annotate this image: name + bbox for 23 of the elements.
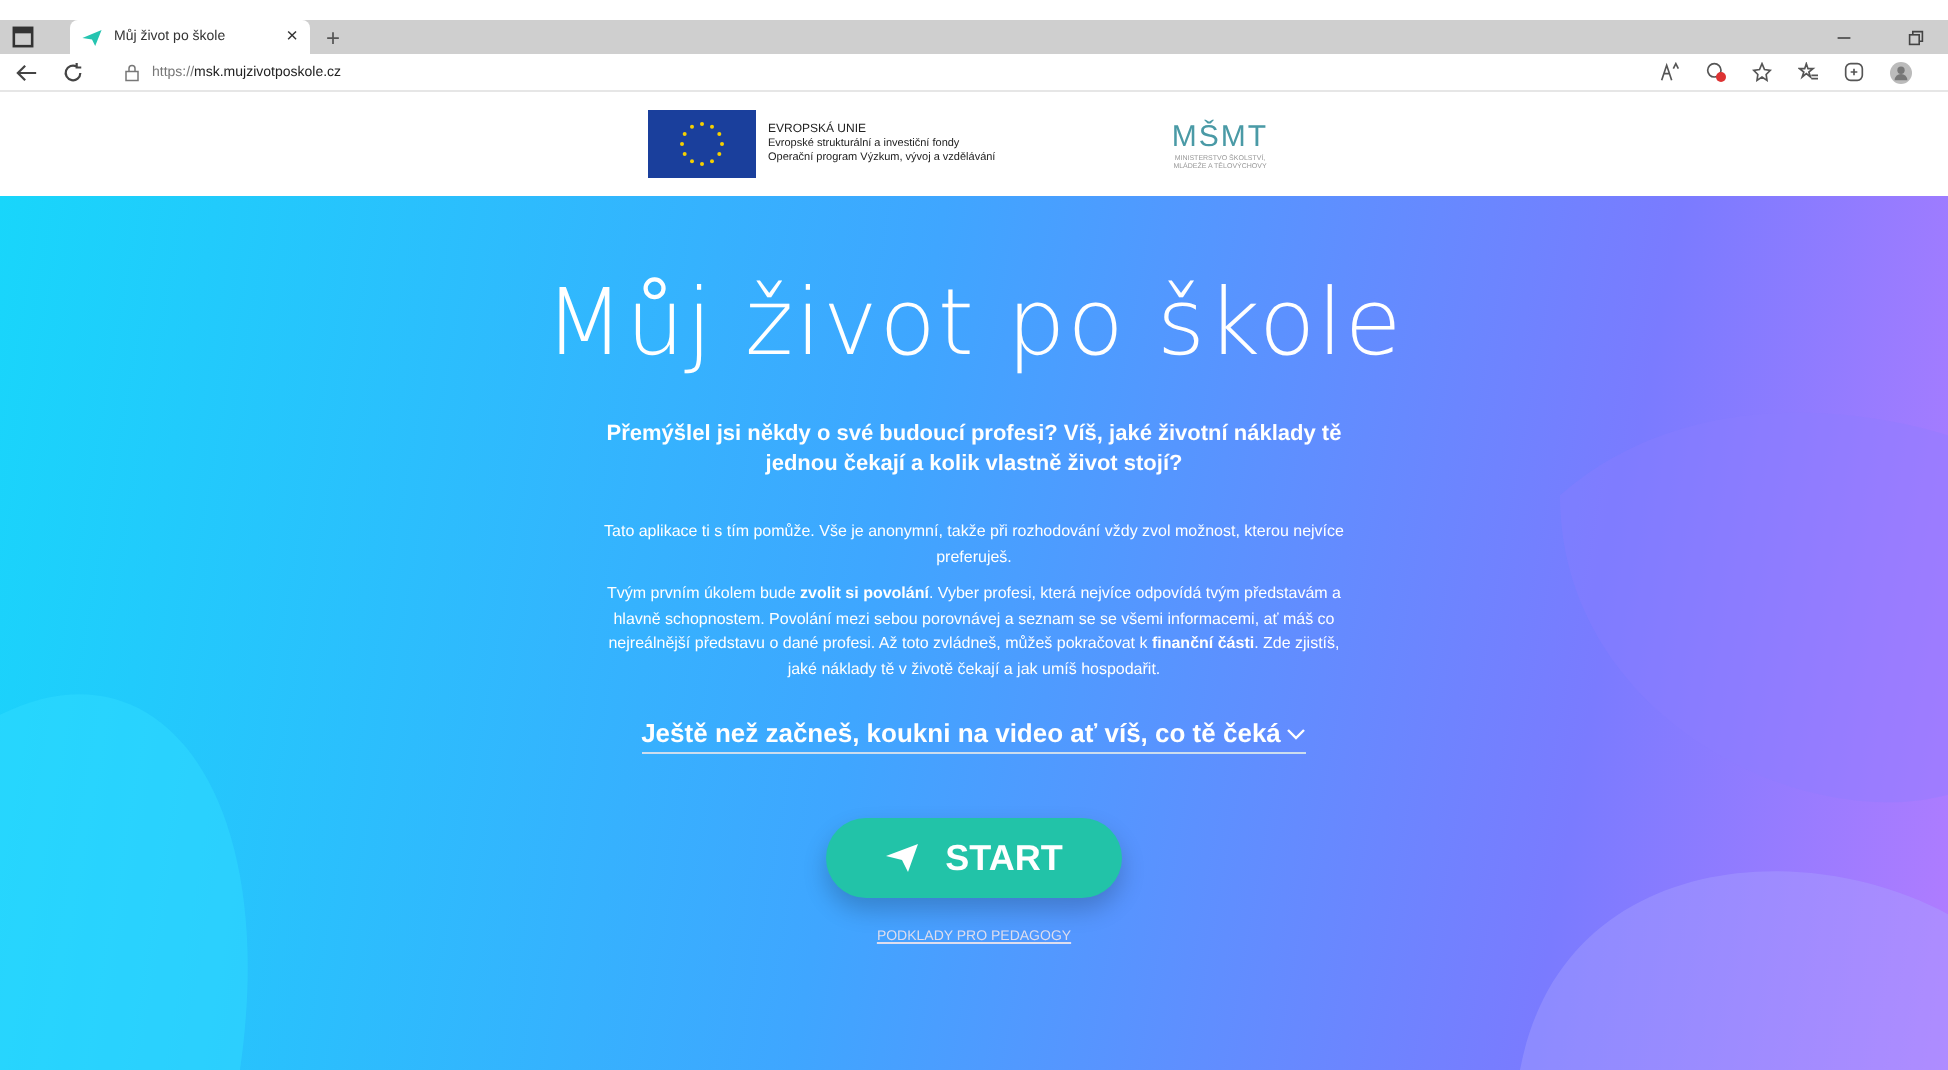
hero-title: Můj život po škole <box>544 268 1404 376</box>
paper-plane-icon <box>885 844 918 872</box>
paper-plane-icon <box>82 29 102 45</box>
new-tab-button[interactable]: + <box>326 23 341 51</box>
msmt-logo-mark: MŠMT <box>1171 119 1269 153</box>
profile-avatar-icon[interactable] <box>1890 61 1912 83</box>
hero-paragraph: Tvým prvním úkolem bude zvolit si povolání. Vyber profesi, která nejvíce odpovídá tvým představám a hlavně schopnostem. Povolání mezi sebou porovnávej a seznam se se všemi informacemi, ať máš co nejreálnější představu o dané profesi. Až toto zvládneš, můžeš pokračovat k finanční části. Zde zjistíš, jaké náklady tě v životě čekají a jak umíš hospodařit. <box>605 582 1343 682</box>
tab-close-button[interactable]: × <box>286 26 298 48</box>
lock-icon <box>124 63 140 81</box>
hero-paragraph: Tato aplikace ti s tím pomůže. Vše je anonymní, takže při rozhodování vždy zvol možnost, kterou nejvíce preferuješ. <box>602 520 1346 570</box>
favorite-add-icon[interactable] <box>1752 62 1772 82</box>
hero-lead-text: Přemýšlel jsi někdy o své budoucí profesi? Víš, jaké životní náklady tě jednou čekají a kolik vlastně život stojí? <box>604 420 1344 480</box>
video-link[interactable]: Ještě než začneš, koukni na video ať víš, co tě čeká <box>641 718 1307 754</box>
tab-actions-icon[interactable] <box>12 26 34 48</box>
tracking-icon[interactable] <box>1706 62 1726 82</box>
eu-flag-icon <box>648 110 756 178</box>
read-aloud-icon[interactable] <box>1660 62 1680 82</box>
chevron-down-icon <box>1286 727 1307 739</box>
back-icon[interactable] <box>16 61 38 83</box>
reload-icon[interactable] <box>62 61 84 83</box>
collections-icon[interactable] <box>1844 62 1864 82</box>
restore-icon[interactable] <box>1908 29 1924 45</box>
favorites-icon[interactable] <box>1798 62 1818 82</box>
